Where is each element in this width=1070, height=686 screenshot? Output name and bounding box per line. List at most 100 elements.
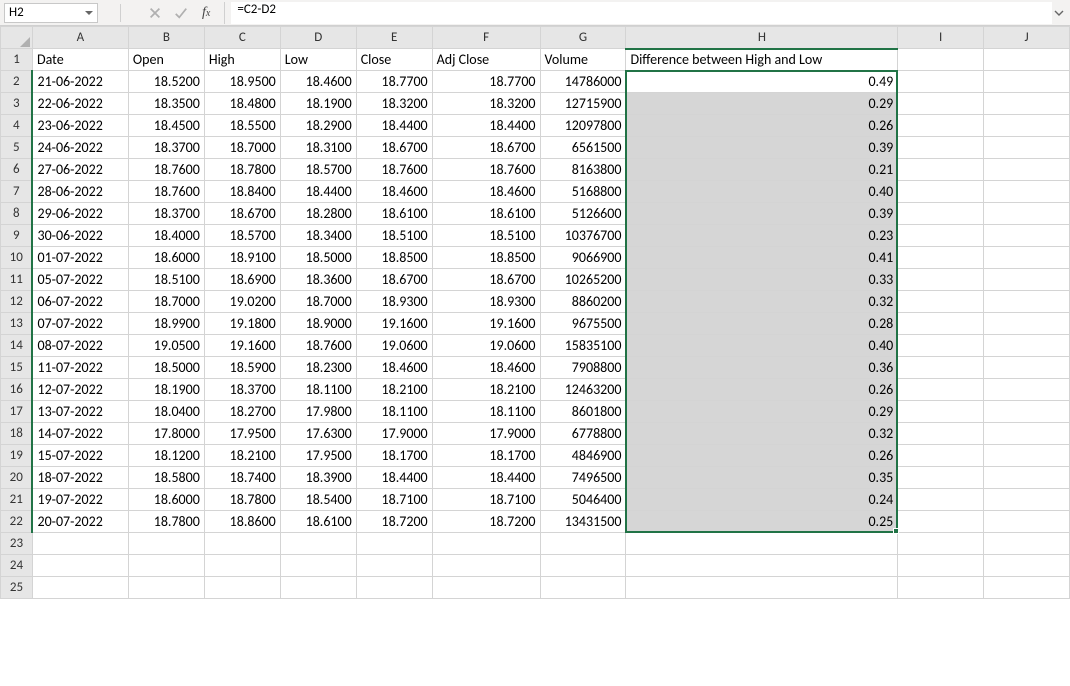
cell-diff[interactable]: 0.41 [626, 247, 898, 269]
cell-date[interactable]: 01-07-2022 [32, 247, 128, 269]
cell-high[interactable]: 18.4800 [204, 93, 280, 115]
cell[interactable] [204, 533, 280, 555]
cell-close[interactable]: 18.7100 [356, 489, 432, 511]
cell[interactable] [898, 291, 984, 313]
cell-diff[interactable]: 0.32 [626, 291, 898, 313]
cell-diff[interactable]: 0.21 [626, 159, 898, 181]
cell-low[interactable]: 18.5000 [280, 247, 356, 269]
cell[interactable] [898, 401, 984, 423]
cell-diff[interactable]: 0.33 [626, 269, 898, 291]
cell-close[interactable]: 17.9000 [356, 423, 432, 445]
cell[interactable] [32, 577, 128, 599]
cell-open[interactable]: 18.3700 [128, 137, 204, 159]
cell-open[interactable]: 18.1900 [128, 379, 204, 401]
row-header-16[interactable]: 16 [1, 379, 33, 401]
formula-input[interactable]: =C2-D2 [231, 2, 1052, 24]
cell[interactable] [356, 577, 432, 599]
cell-adj[interactable]: 18.4600 [432, 181, 540, 203]
cell-adj[interactable]: 18.9300 [432, 291, 540, 313]
cell[interactable] [984, 93, 1070, 115]
cell-vol[interactable]: 6778800 [540, 423, 626, 445]
cell-high[interactable]: 18.6700 [204, 203, 280, 225]
cell-high[interactable]: 18.7400 [204, 467, 280, 489]
cell[interactable] [984, 203, 1070, 225]
cell-diff[interactable]: 0.28 [626, 313, 898, 335]
cell-high[interactable]: 18.5500 [204, 115, 280, 137]
cell-adj[interactable]: 18.7700 [432, 71, 540, 93]
row-header-20[interactable]: 20 [1, 467, 33, 489]
cell-vol[interactable]: 10376700 [540, 225, 626, 247]
cell-open[interactable]: 18.5000 [128, 357, 204, 379]
cell-date[interactable]: 18-07-2022 [32, 467, 128, 489]
cell-close[interactable]: 18.6700 [356, 137, 432, 159]
cell-diff[interactable]: 0.32 [626, 423, 898, 445]
cell-close[interactable]: 18.7700 [356, 71, 432, 93]
cell[interactable] [432, 555, 540, 577]
row-header-6[interactable]: 6 [1, 159, 33, 181]
cell-open[interactable]: 18.7000 [128, 291, 204, 313]
cell-low[interactable]: 18.2800 [280, 203, 356, 225]
cell-close[interactable]: 18.7600 [356, 159, 432, 181]
cell[interactable] [984, 269, 1070, 291]
cell-date[interactable]: 23-06-2022 [32, 115, 128, 137]
cell[interactable] [898, 225, 984, 247]
cell[interactable] [540, 533, 626, 555]
cell[interactable] [32, 533, 128, 555]
cell-date[interactable]: 20-07-2022 [32, 511, 128, 533]
cell[interactable] [984, 511, 1070, 533]
cell-low[interactable]: 18.9000 [280, 313, 356, 335]
row-header-17[interactable]: 17 [1, 401, 33, 423]
cell-date[interactable]: 19-07-2022 [32, 489, 128, 511]
cell-date[interactable]: 07-07-2022 [32, 313, 128, 335]
cell-low[interactable]: 18.5700 [280, 159, 356, 181]
cell-low[interactable]: 18.3100 [280, 137, 356, 159]
cell-vol[interactable]: 12715900 [540, 93, 626, 115]
cell-open[interactable]: 18.5200 [128, 71, 204, 93]
cell[interactable] [898, 467, 984, 489]
cell-close[interactable]: 18.1100 [356, 401, 432, 423]
cell[interactable] [898, 533, 984, 555]
cell-vol[interactable]: 7908800 [540, 357, 626, 379]
cell-vol[interactable]: 9675500 [540, 313, 626, 335]
row-header-18[interactable]: 18 [1, 423, 33, 445]
row-header-8[interactable]: 8 [1, 203, 33, 225]
cell-diff[interactable]: 0.39 [626, 203, 898, 225]
row-header-1[interactable]: 1 [1, 49, 33, 71]
cell-open[interactable]: 18.0400 [128, 401, 204, 423]
cell[interactable] [432, 533, 540, 555]
cell-adj[interactable]: 18.4400 [432, 467, 540, 489]
cell[interactable] [432, 577, 540, 599]
row-header-15[interactable]: 15 [1, 357, 33, 379]
enter-button[interactable] [168, 1, 194, 25]
cell-date[interactable]: 22-06-2022 [32, 93, 128, 115]
cell-close[interactable]: 18.9300 [356, 291, 432, 313]
cell-vol[interactable]: 15835100 [540, 335, 626, 357]
cell-date[interactable]: 15-07-2022 [32, 445, 128, 467]
cell-date[interactable]: 14-07-2022 [32, 423, 128, 445]
cell-high[interactable]: 18.8400 [204, 181, 280, 203]
cell[interactable] [898, 49, 984, 71]
cell[interactable] [984, 335, 1070, 357]
cell-adj[interactable]: 18.1100 [432, 401, 540, 423]
cell-diff[interactable]: 0.26 [626, 379, 898, 401]
cell-close[interactable]: 19.0600 [356, 335, 432, 357]
col-header-F[interactable]: F [432, 27, 540, 49]
cell-vol[interactable]: 14786000 [540, 71, 626, 93]
cell[interactable] [898, 379, 984, 401]
cell-low[interactable]: 18.3400 [280, 225, 356, 247]
cell-high[interactable]: 18.9100 [204, 247, 280, 269]
cell[interactable] [898, 159, 984, 181]
row-header-10[interactable]: 10 [1, 247, 33, 269]
cell[interactable] [984, 291, 1070, 313]
cell-low[interactable]: 18.3900 [280, 467, 356, 489]
cell-adj[interactable]: 18.4400 [432, 115, 540, 137]
cell-diff[interactable]: 0.49 [626, 71, 898, 93]
row-header-9[interactable]: 9 [1, 225, 33, 247]
cell-diff[interactable]: 0.24 [626, 489, 898, 511]
cell-date[interactable]: 11-07-2022 [32, 357, 128, 379]
cell-high[interactable]: 18.2100 [204, 445, 280, 467]
cell[interactable] [540, 555, 626, 577]
row-header-19[interactable]: 19 [1, 445, 33, 467]
col-header-B[interactable]: B [128, 27, 204, 49]
cell-date[interactable]: 24-06-2022 [32, 137, 128, 159]
